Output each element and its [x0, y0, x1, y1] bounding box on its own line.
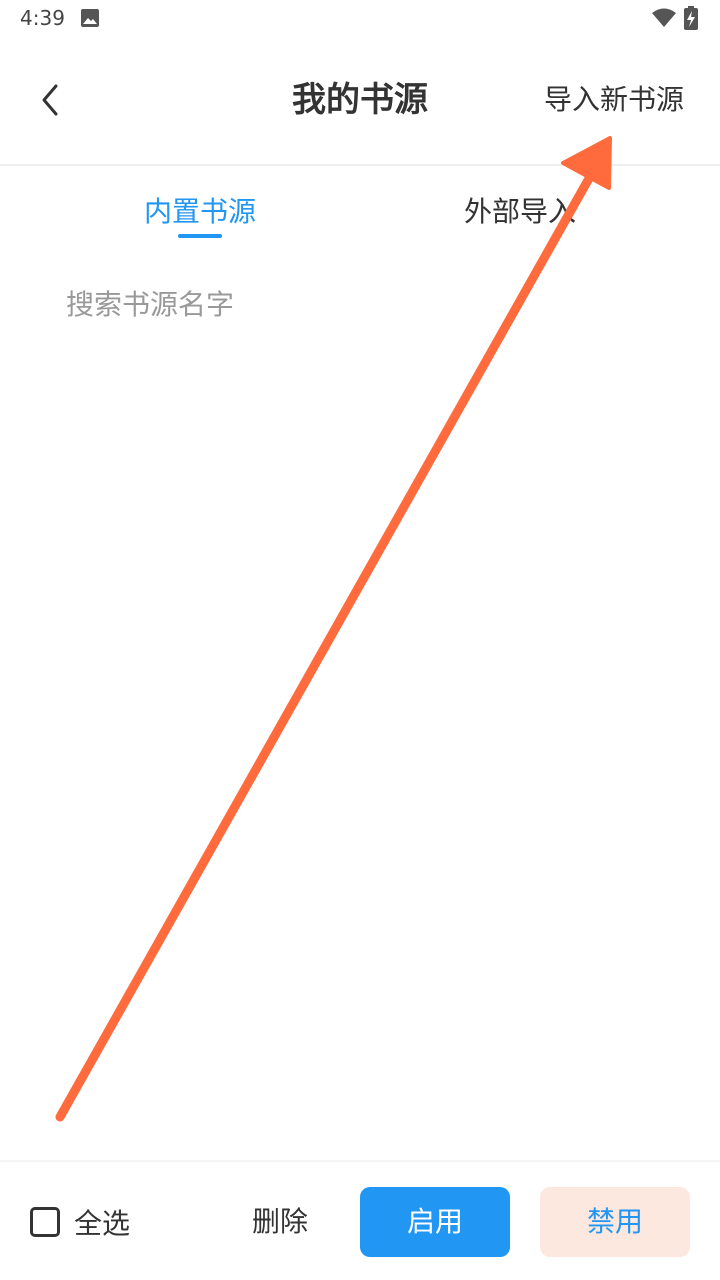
disable-button[interactable]: 禁用: [540, 1187, 690, 1257]
delete-button[interactable]: 删除: [240, 1200, 320, 1244]
status-time: 4:39: [20, 6, 65, 30]
select-all-checkbox[interactable]: 全选: [30, 1202, 130, 1242]
enable-button[interactable]: 启用: [360, 1187, 510, 1257]
chevron-left-icon: [42, 84, 58, 116]
status-bar: 4:39: [0, 0, 720, 36]
screen: 4:39 我的书源 导入新书源 内置书源 外部导入 搜索书源名字 全选 删除 启…: [0, 0, 720, 1280]
wifi-icon: [652, 8, 676, 27]
source-tabs: 内置书源 外部导入: [0, 168, 720, 248]
battery-charging-icon: [684, 6, 698, 30]
select-all-label: 全选: [74, 1207, 131, 1240]
back-button[interactable]: [26, 76, 74, 124]
tab-external-import[interactable]: 外部导入: [400, 190, 640, 234]
tab-builtin-sources[interactable]: 内置书源: [80, 190, 320, 234]
bottom-action-bar: 全选 删除 启用 禁用: [0, 1160, 720, 1280]
checkbox-icon: [30, 1207, 60, 1237]
gallery-icon: [81, 9, 99, 27]
search-input[interactable]: [66, 280, 654, 328]
header: 我的书源 导入新书源: [0, 36, 720, 166]
tab-indicator: [178, 234, 222, 238]
import-new-source-button[interactable]: 导入新书源: [544, 78, 684, 122]
